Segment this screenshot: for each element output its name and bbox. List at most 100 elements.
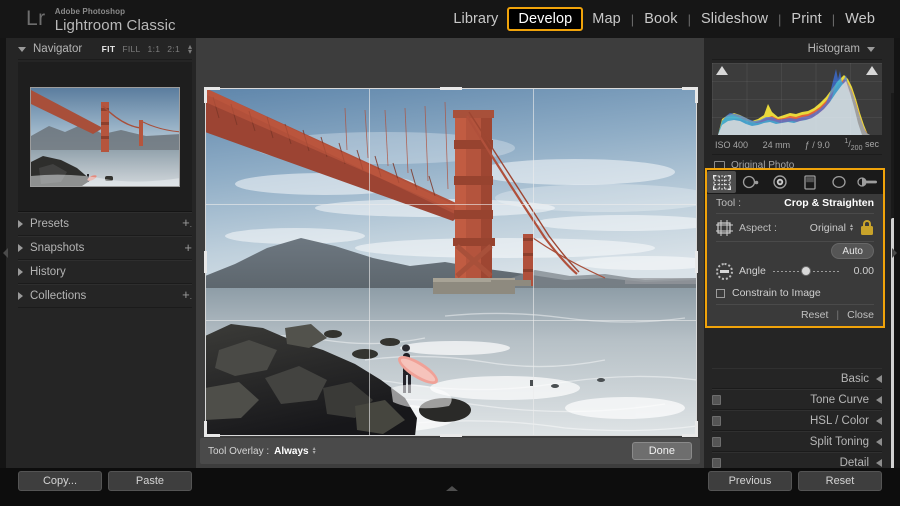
constrain-to-image-row[interactable]: Constrain to Image	[716, 282, 874, 305]
copy-paste-group: Copy... Paste	[18, 471, 192, 491]
expand-triangle-icon[interactable]	[18, 268, 23, 276]
zoom-ratio-stepper-icon[interactable]: ▴▾	[188, 44, 192, 54]
section-label: Basic	[841, 373, 869, 385]
sidebar-item-history[interactable]: History	[18, 260, 192, 284]
adjustment-brush-tool-button[interactable]	[854, 171, 883, 193]
collapse-triangle-icon[interactable]	[18, 47, 26, 52]
sidebar-item-label: Collections	[30, 290, 86, 302]
panel-enable-toggle[interactable]	[712, 395, 721, 405]
add-preset-icon[interactable]: +.	[182, 218, 192, 230]
module-develop[interactable]: Develop	[507, 7, 583, 31]
expand-triangle-icon[interactable]	[18, 244, 23, 252]
radial-filter-icon	[831, 175, 847, 189]
crop-aspect-value[interactable]: Original	[810, 222, 846, 234]
panel-section-split-toning[interactable]: Split Toning	[712, 431, 882, 452]
crop-handle-top[interactable]	[440, 87, 462, 90]
navigator-header[interactable]: Navigator FIT FILL 1:1 2:1 ▴▾	[18, 38, 192, 60]
auto-straighten-button[interactable]: Auto	[831, 243, 874, 259]
angle-value[interactable]: 0.00	[846, 265, 874, 277]
module-print[interactable]: Print	[782, 8, 830, 30]
crop-handle-top-right[interactable]	[695, 87, 698, 103]
panel-switch-icon[interactable]	[876, 417, 882, 425]
add-snapshot-icon[interactable]: +	[184, 243, 192, 253]
sidebar-item-snapshots[interactable]: Snapshots +	[18, 236, 192, 260]
panel-section-hsl-color[interactable]: HSL / Color	[712, 410, 882, 431]
panel-switch-icon[interactable]	[876, 396, 882, 404]
done-button[interactable]: Done	[632, 442, 692, 460]
sidebar-item-presets[interactable]: Presets +.	[18, 212, 192, 236]
previous-button[interactable]: Previous	[708, 471, 792, 491]
zoom-fit-button[interactable]: FIT	[102, 44, 116, 54]
constrain-checkbox[interactable]	[716, 289, 725, 298]
panel-enable-toggle[interactable]	[712, 437, 721, 447]
crop-handle-top-left[interactable]	[204, 87, 207, 103]
crop-close-button[interactable]: Close	[847, 309, 874, 321]
module-slideshow[interactable]: Slideshow	[692, 8, 777, 30]
panel-enable-toggle[interactable]	[712, 416, 721, 426]
crop-handle-bottom-left[interactable]	[204, 421, 207, 437]
shadow-clipping-indicator-icon[interactable]	[716, 66, 728, 75]
crop-overlay-tool-button[interactable]	[707, 171, 736, 193]
panel-section-tone-curve[interactable]: Tone Curve	[712, 389, 882, 410]
crop-handle-right[interactable]	[695, 251, 698, 273]
panel-section-basic[interactable]: Basic	[712, 368, 882, 389]
left-panel-toggle-icon[interactable]	[3, 248, 8, 258]
panel-switch-icon[interactable]	[876, 375, 882, 383]
module-book[interactable]: Book	[635, 8, 686, 30]
expand-triangle-icon[interactable]	[18, 220, 23, 228]
navigator-title: Navigator	[33, 43, 82, 55]
zoom-2-1-button[interactable]: 2:1	[167, 44, 180, 54]
copy-button[interactable]: Copy...	[18, 471, 102, 491]
tool-overlay-value[interactable]: Always	[274, 446, 308, 457]
right-panel-toggle-icon[interactable]	[892, 248, 897, 258]
crop-reset-button[interactable]: Reset	[801, 309, 828, 321]
radial-filter-tool-button[interactable]	[824, 171, 853, 193]
zoom-1-1-button[interactable]: 1:1	[148, 44, 161, 54]
module-map[interactable]: Map	[583, 8, 630, 30]
crop-handle-left[interactable]	[204, 251, 207, 273]
canvas-toolbar: Tool Overlay : Always ▴▾ Done	[200, 438, 700, 464]
panel-enable-toggle[interactable]	[712, 458, 721, 468]
lr-logo-text: Lr	[26, 6, 46, 31]
adjustment-brush-icon	[857, 176, 879, 188]
histogram-chart[interactable]	[712, 63, 882, 135]
lightroom-window: Lr Adobe Photoshop Lightroom Classic Lib…	[0, 0, 900, 506]
tool-overlay-dropdown-icon[interactable]: ▴▾	[313, 447, 316, 455]
crop-tool-value: Crop & Straighten	[784, 197, 874, 209]
reset-button[interactable]: Reset	[798, 471, 882, 491]
navigator-thumbnail[interactable]	[30, 87, 180, 187]
add-collection-icon[interactable]: +.	[182, 290, 192, 302]
expand-triangle-icon[interactable]	[18, 292, 23, 300]
aspect-lock-icon[interactable]	[860, 220, 874, 235]
sidebar-item-collections[interactable]: Collections +.	[18, 284, 192, 308]
red-eye-correction-tool-button[interactable]	[766, 171, 795, 193]
sidebar-item-label: Snapshots	[30, 242, 84, 254]
navigator-preview[interactable]	[18, 62, 192, 212]
module-web[interactable]: Web	[836, 8, 884, 30]
histogram-header[interactable]: Histogram	[712, 38, 882, 60]
left-panel: Navigator FIT FILL 1:1 2:1 ▴▾	[0, 38, 196, 468]
angle-slider[interactable]	[773, 265, 839, 277]
paste-button[interactable]: Paste	[108, 471, 192, 491]
photo-image	[205, 88, 697, 436]
section-label: Tone Curve	[810, 394, 869, 406]
crop-preview[interactable]	[205, 88, 697, 436]
angle-slider-knob[interactable]	[801, 266, 811, 276]
crop-panel-footer: Reset | Close	[716, 305, 874, 325]
straighten-tool-icon[interactable]	[716, 263, 733, 280]
aspect-dropdown-icon[interactable]: ▴▾	[850, 224, 853, 232]
panel-switch-icon[interactable]	[876, 438, 882, 446]
crop-frame-icon[interactable]	[716, 220, 733, 236]
section-label: Detail	[840, 457, 869, 469]
panel-switch-icon[interactable]	[876, 459, 882, 467]
crop-handle-bottom[interactable]	[440, 434, 462, 437]
crop-handle-bottom-right[interactable]	[695, 421, 698, 437]
filmstrip-toggle-icon[interactable]	[446, 486, 458, 491]
crop-overlay-icon	[713, 175, 731, 190]
graduated-filter-tool-button[interactable]	[795, 171, 824, 193]
zoom-fill-button[interactable]: FILL	[122, 44, 140, 54]
highlight-clipping-indicator-icon[interactable]	[866, 66, 878, 75]
spot-removal-tool-button[interactable]	[736, 171, 765, 193]
collapse-triangle-icon[interactable]	[867, 47, 875, 52]
module-library[interactable]: Library	[444, 8, 507, 30]
